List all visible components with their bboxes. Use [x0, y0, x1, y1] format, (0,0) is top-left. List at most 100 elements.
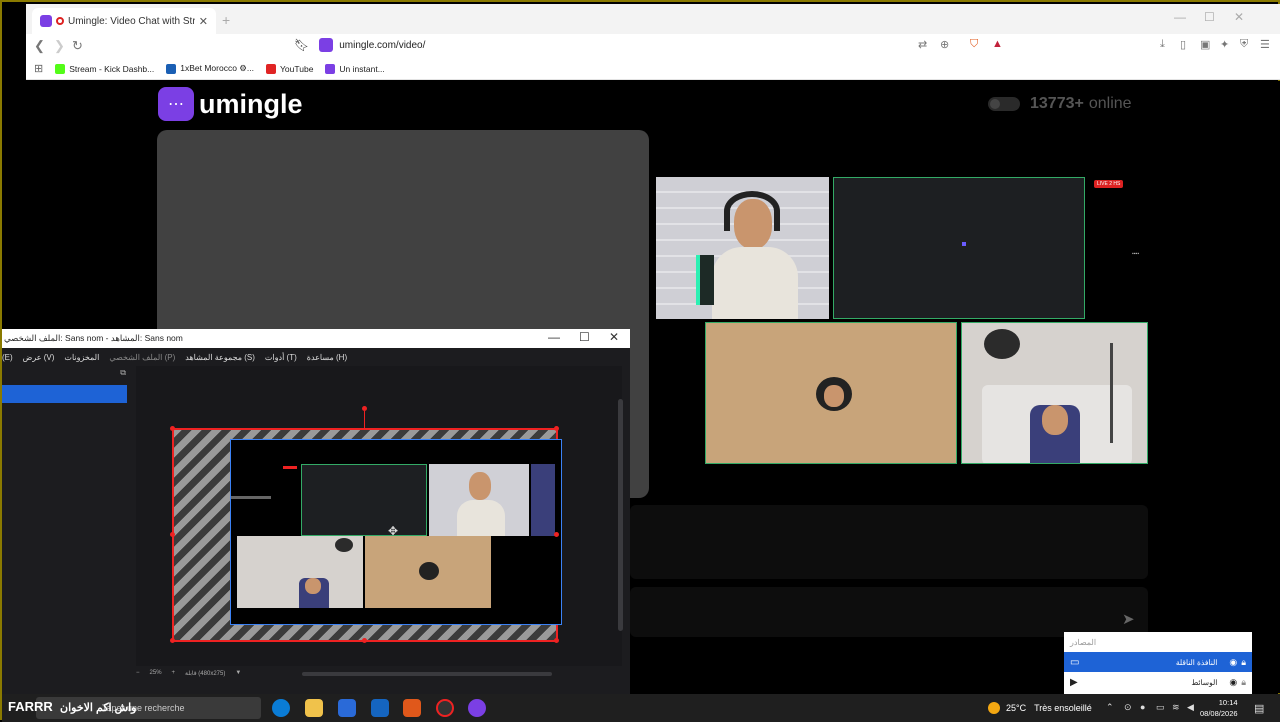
- obs-sources-dock: المصادر ▭ النافذة الناقلة ◉ 🔒︎ ▶ الوسائط…: [1064, 632, 1252, 694]
- remote-dark-tile: [833, 177, 1085, 319]
- window-capture-icon: ▭: [1070, 656, 1080, 668]
- screen: Umingle: Video Chat with Str ✕ + — ☐ ✕ ❮…: [0, 0, 1280, 722]
- bookmark-item-2[interactable]: YouTube: [266, 63, 313, 74]
- chat-input[interactable]: [630, 587, 1148, 637]
- taskbar-clock[interactable]: 10:14 08/08/2026: [1200, 697, 1238, 719]
- obs-menu-item-0[interactable]: (E): [2, 353, 13, 362]
- resize-handle-bl[interactable]: [170, 638, 175, 643]
- preview-dropdown-icon[interactable]: ▼: [235, 670, 241, 676]
- online-count: 13773+: [1030, 95, 1084, 112]
- browser-toolbar: ❮ ❯ ↻ 🔖︎ umingle.com/video/ ⇄ ⊕ ⛉ ▲ ⤓ ▯ …: [26, 34, 1280, 58]
- move-cursor-icon: ✥: [388, 524, 399, 538]
- zoom-in-icon[interactable]: +: [172, 670, 176, 676]
- bookmark-icon[interactable]: 🔖︎: [294, 38, 309, 52]
- recording-icon: [56, 17, 64, 25]
- mail-icon[interactable]: [371, 699, 389, 717]
- window-close-icon[interactable]: ✕: [1234, 10, 1244, 24]
- obs-menu-item-1[interactable]: عرض (V): [23, 353, 55, 362]
- umingle-logo[interactable]: ⋯ umingle: [158, 87, 303, 121]
- resize-handle-b[interactable]: [362, 638, 367, 643]
- new-tab-icon[interactable]: +: [222, 12, 230, 28]
- browser-tabbar: Umingle: Video Chat with Str ✕ + — ☐ ✕: [26, 4, 1280, 34]
- obs-title: الملف الشخصي: Sans nom - المشاهد: Sans n…: [4, 333, 183, 343]
- network-icon[interactable]: ⊙: [1124, 702, 1132, 713]
- rotate-handle[interactable]: [362, 406, 367, 411]
- downloads-icon[interactable]: ⤓: [1160, 38, 1165, 51]
- chat-messages-panel: [630, 505, 1148, 579]
- source-item-window-capture[interactable]: ▭ النافذة الناقلة ◉ 🔒︎: [1064, 652, 1252, 672]
- obs-menu-bar: (E) عرض (V) المخزونات الملف الشخصي (P) م…: [2, 348, 630, 366]
- source-item-media[interactable]: ▶ الوسائط ◉ 🔒︎: [1064, 672, 1252, 692]
- brand-name: umingle: [199, 88, 303, 119]
- obs-icon[interactable]: [436, 699, 454, 717]
- visibility-eye-icon[interactable]: ◉: [1229, 657, 1237, 668]
- resize-handle-r[interactable]: [554, 532, 559, 537]
- resize-handle-tl[interactable]: [170, 426, 175, 431]
- weather-widget[interactable]: 25°C Très ensoleillé: [988, 702, 1092, 714]
- obs-menu-item-6[interactable]: مساعدة (H): [307, 353, 347, 362]
- lock-icon[interactable]: 🔒︎: [1241, 657, 1246, 668]
- selected-scene[interactable]: [2, 385, 127, 403]
- tab-title: Umingle: Video Chat with Str: [68, 15, 195, 27]
- translate-icon[interactable]: ⇄: [918, 38, 927, 51]
- zoom-icon[interactable]: ⊕: [940, 38, 949, 51]
- leo-icon[interactable]: ✦: [1220, 38, 1229, 51]
- online-toggle[interactable]: [988, 97, 1020, 111]
- forward-icon[interactable]: ❯: [54, 38, 65, 54]
- brave-shield-icon[interactable]: ⛉: [970, 38, 978, 51]
- sidebar-icon[interactable]: ▯: [1180, 38, 1186, 51]
- obs-menu-item-2[interactable]: المخزونات: [64, 353, 99, 362]
- live-badge: LIVE 2 HS: [1094, 180, 1124, 188]
- volume-icon[interactable]: ◀: [1187, 702, 1194, 713]
- resize-handle-br[interactable]: [554, 638, 559, 643]
- app-icon[interactable]: [468, 699, 486, 717]
- stream-text-overlay: واش اكم الاخوان: [60, 702, 137, 714]
- brave-icon[interactable]: [403, 699, 421, 717]
- bookmark-item-0[interactable]: Stream - Kick Dashb...: [55, 63, 154, 74]
- dock-undock-icon[interactable]: ⧉: [120, 368, 126, 378]
- remote-tan-tile: [705, 322, 957, 464]
- lock-icon[interactable]: 🔒︎: [1241, 677, 1246, 688]
- address-bar[interactable]: 🔖︎ umingle.com/video/: [294, 34, 1044, 56]
- obs-minimize-icon[interactable]: —: [548, 330, 560, 344]
- notification-icon[interactable]: ▤: [1254, 702, 1264, 715]
- obs-menu-item-4[interactable]: مجموعة المشاهد (S): [185, 353, 255, 362]
- bookmark-item-3[interactable]: Un instant...: [325, 63, 385, 74]
- store-icon[interactable]: [338, 699, 356, 717]
- edge-icon[interactable]: [272, 699, 290, 717]
- send-icon[interactable]: ➤: [1122, 610, 1135, 628]
- apps-icon[interactable]: ⊞: [34, 62, 43, 75]
- obs-vertical-scrollbar[interactable]: [618, 399, 623, 631]
- window-maximize-icon[interactable]: ☐: [1204, 10, 1215, 24]
- obs-horizontal-scrollbar[interactable]: [302, 672, 552, 676]
- zoom-out-icon[interactable]: −: [136, 670, 140, 676]
- vpn-icon[interactable]: ⛨: [1240, 38, 1248, 51]
- menu-icon[interactable]: ☰: [1260, 38, 1270, 51]
- screen-icon[interactable]: ▭: [1156, 702, 1165, 713]
- resize-handle-l[interactable]: [170, 532, 175, 537]
- browser-tab[interactable]: Umingle: Video Chat with Str ✕: [32, 8, 216, 34]
- windows-taskbar: Taper une recherche FARRR واش اكم الاخوا…: [2, 694, 1280, 722]
- resize-handle-tr[interactable]: [554, 426, 559, 431]
- obs-preview[interactable]: ✥: [136, 366, 622, 666]
- wallet-icon[interactable]: ▣: [1200, 38, 1210, 51]
- tray-chevron-icon[interactable]: ⌃: [1106, 702, 1114, 713]
- obs-menu-item-3[interactable]: الملف الشخصي (P): [109, 353, 175, 362]
- visibility-eye-icon[interactable]: ◉: [1229, 677, 1237, 688]
- mic-icon[interactable]: ●: [1140, 702, 1145, 712]
- tab-close-icon[interactable]: ✕: [199, 15, 208, 28]
- zoom-level: 25%: [149, 670, 162, 676]
- obs-maximize-icon[interactable]: ☐: [579, 330, 590, 344]
- obs-scenes-panel: ⧉: [2, 368, 130, 689]
- media-play-icon: ▶: [1070, 676, 1078, 688]
- reload-icon[interactable]: ↻: [72, 38, 83, 54]
- obs-close-icon[interactable]: ✕: [609, 330, 619, 344]
- file-explorer-icon[interactable]: [305, 699, 323, 717]
- obs-menu-item-5[interactable]: أدوات (T): [265, 353, 297, 362]
- window-minimize-icon[interactable]: —: [1174, 10, 1186, 24]
- wifi-icon[interactable]: ≋: [1172, 702, 1180, 713]
- remote-room-tile: [961, 322, 1148, 464]
- back-icon[interactable]: ❮: [34, 38, 45, 54]
- bookmark-item-1[interactable]: 1xBet Morocco ⚙...: [166, 63, 254, 74]
- brave-rewards-icon[interactable]: ▲: [992, 38, 1003, 50]
